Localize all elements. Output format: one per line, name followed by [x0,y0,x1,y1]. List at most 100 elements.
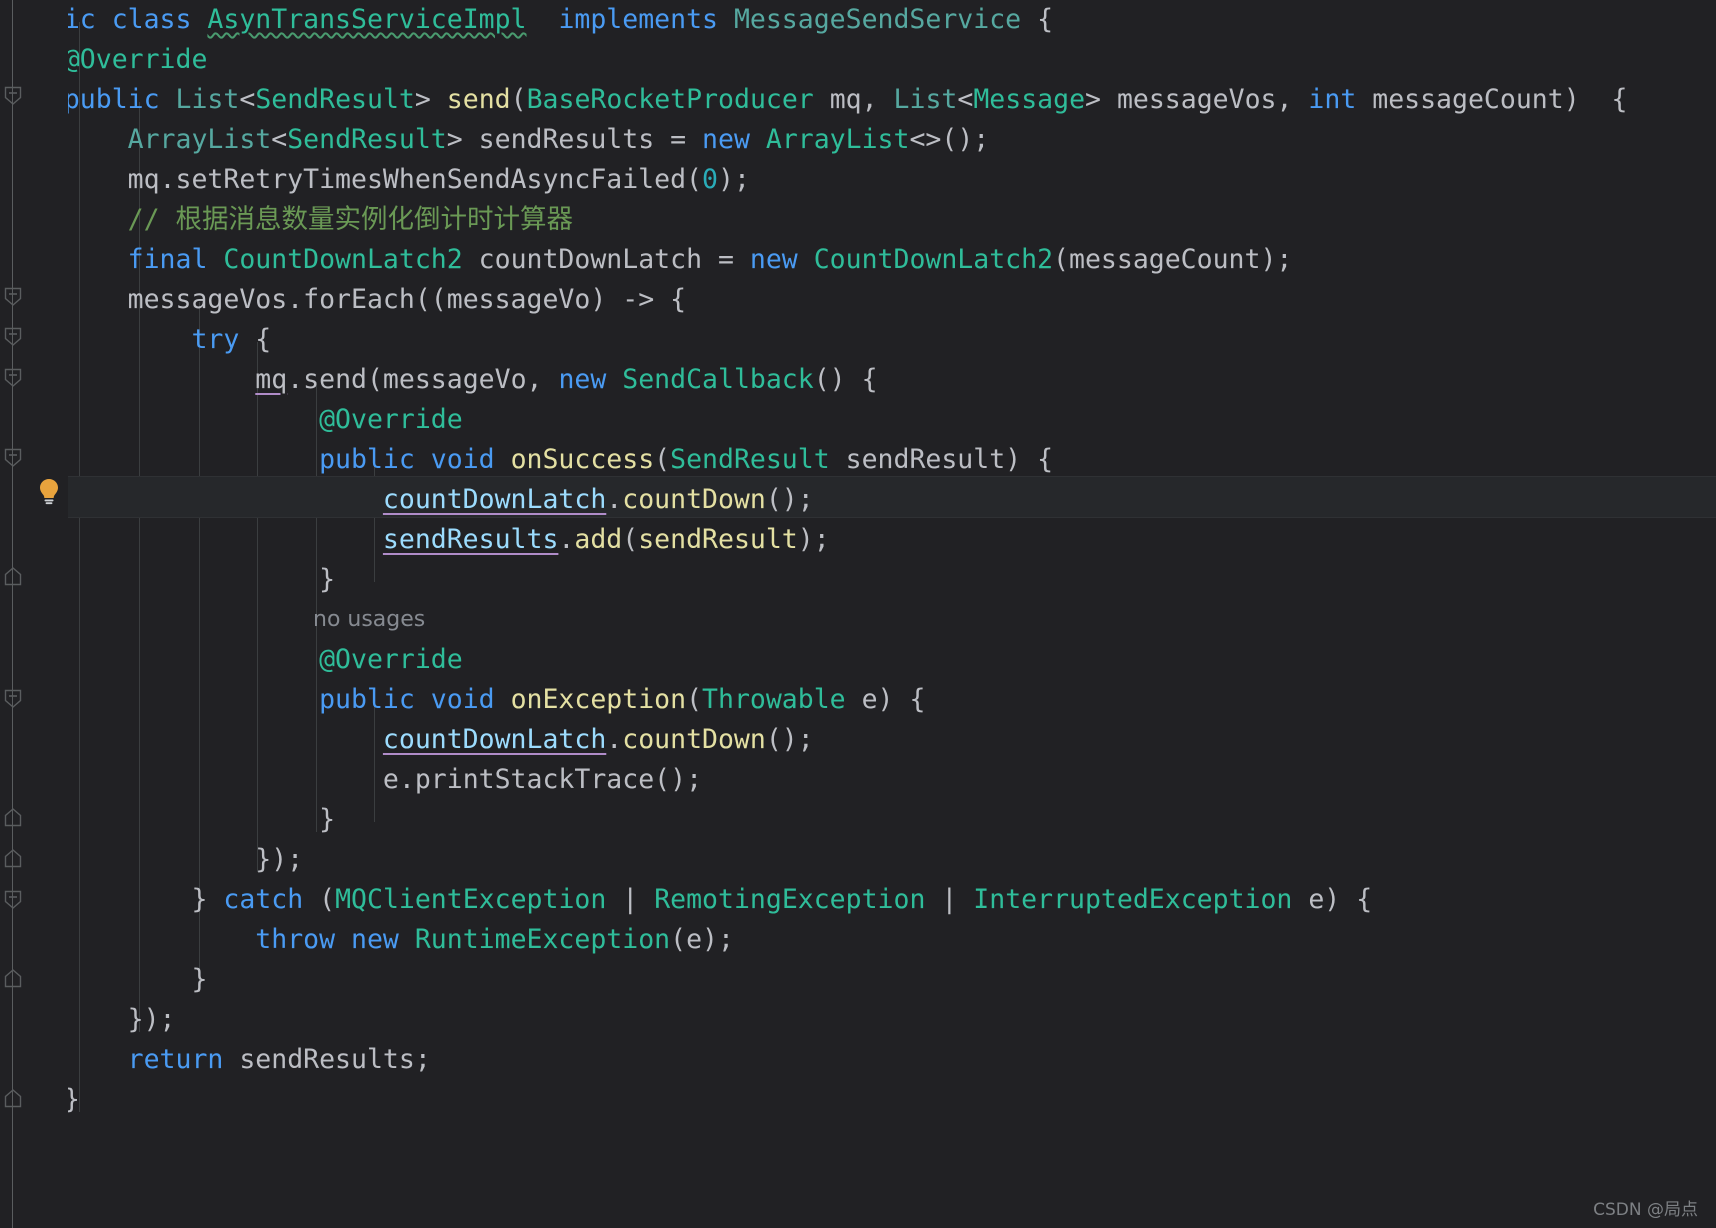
code-token: RemotingException [654,884,926,915]
code-line[interactable]: @Override [0,640,463,680]
code-token: | [925,884,974,915]
code-token: @Override [319,644,463,675]
fold-collapsed-class-end[interactable] [2,968,24,990]
code-token: final [127,244,224,275]
code-token: mq [255,364,288,395]
code-token: @Override [63,44,208,75]
fold-marker-catch-block[interactable] [2,888,24,910]
fold-marker-on-success[interactable] [2,446,24,468]
code-line[interactable]: mq.send(messageVo, new SendCallback() { [0,360,877,400]
code-token: ( [686,164,703,195]
code-editor-window: public class AsynTransServiceImpl implem… [0,0,1716,1228]
code-token: new [351,924,415,955]
code-token: (); [654,764,703,795]
code-line[interactable]: countDownLatch.countDown(); [0,480,814,520]
code-token: class [111,4,208,35]
code-token: printStackTrace [414,764,655,795]
code-token: new [702,124,766,155]
code-token: public [63,84,176,115]
code-token: new [558,364,623,395]
code-token: int [1308,84,1357,115]
csdn-watermark: CSDN @局点 [1593,1200,1698,1220]
code-token: BaseRocketProducer [526,84,814,115]
code-line[interactable]: @Override [0,400,463,440]
fold-collapsed-method-end[interactable] [2,848,24,870]
code-line[interactable]: final CountDownLatch2 countDownLatch = n… [0,240,1293,280]
code-token: Message [973,84,1086,115]
code-token: send [446,84,511,115]
code-line[interactable]: throw new RuntimeException(e); [0,920,734,960]
code-token: RuntimeException [414,924,671,955]
code-token: try [191,324,240,355]
fold-marker-method-send[interactable] [2,84,24,106]
code-line[interactable]: messageVos.forEach((messageVo) -> { [0,280,686,320]
code-line[interactable]: public void onSuccess(SendResult sendRes… [0,440,1053,480]
code-token: void [430,684,511,715]
fold-collapsed-file-end[interactable] [2,1088,24,1110]
code-token: sendResults; [239,1044,431,1075]
code-token: @Override [319,404,463,435]
code-token: catch [223,884,320,915]
code-line[interactable]: public class AsynTransServiceImpl implem… [0,0,1053,40]
code-line[interactable]: countDownLatch.countDown(); [0,720,814,760]
fold-marker-lambda-foreach[interactable] [2,285,24,307]
code-token: > [414,84,447,115]
code-token: sendResults [382,524,559,555]
code-token: implements [558,4,734,35]
code-token: void [430,444,511,475]
code-token: ArrayList [127,124,272,155]
code-token: < [239,84,256,115]
code-token: ( [319,884,336,915]
code-token: return [127,1044,240,1075]
fold-marker-on-exception[interactable] [2,687,24,709]
code-token: ((messageVo) -> { [414,284,687,315]
lightbulb-icon[interactable] [38,478,60,506]
code-token: countDownLatch = [462,244,750,275]
code-token: (e); [670,924,734,955]
fold-marker-try-block[interactable] [2,325,24,347]
code-token: ( [654,444,671,475]
code-token: { [239,324,272,355]
code-line[interactable]: } catch (MQClientException | RemotingExc… [0,880,1372,920]
code-token: | [606,884,655,915]
fold-marker-send-callback[interactable] [2,366,24,388]
code-token: ); [797,524,830,555]
code-token: new [749,244,814,275]
code-line[interactable]: public List<SendResult> send(BaseRocketP… [0,80,1628,120]
code-line[interactable]: public void onException(Throwable e) { [0,680,925,720]
code-token: public [319,444,431,475]
code-line[interactable]: e.printStackTrace(); [0,760,702,800]
code-token: add [574,524,623,555]
code-line[interactable]: sendResults.add(sendResult); [0,520,830,560]
code-token: e) { [1292,884,1373,915]
code-token: CountDownLatch2 [223,244,463,275]
code-token: ); [717,164,750,195]
code-token: .send(messageVo, [287,364,559,395]
code-token: forEach [303,284,415,315]
fold-rail-line [12,0,13,1228]
code-token: SendResult [287,124,447,155]
code-line[interactable]: ArrayList<SendResult> sendResults = new … [0,120,990,160]
code-token: throw [255,924,352,955]
code-token: <>(); [909,124,990,155]
code-token: . [606,484,623,515]
code-token: onSuccess [510,444,655,475]
editor-gutter[interactable] [0,0,68,1228]
code-token: > sendResults = [446,124,703,155]
code-token: SendResult [255,84,415,115]
fold-collapsed-on-success-end[interactable] [2,566,24,588]
code-line[interactable]: mq.setRetryTimesWhenSendAsyncFailed(0); [0,160,750,200]
usage-hint-label[interactable]: no usages [313,600,425,640]
code-token: SendCallback [622,364,814,395]
code-token: (); [765,484,814,515]
editor-surface[interactable]: public class AsynTransServiceImpl implem… [0,0,1716,1228]
code-token: e) { [845,684,926,715]
code-token: countDownLatch [382,724,607,755]
fold-collapsed-lambda-end[interactable] [2,807,24,829]
code-token: countDown [622,724,766,755]
code-token: 0 [702,164,718,195]
code-line[interactable]: // 根据消息数量实例化倒计时计算器 [0,200,573,240]
code-token: List [893,84,958,115]
code-token: // 根据消息数量实例化倒计时计算器 [127,204,574,235]
